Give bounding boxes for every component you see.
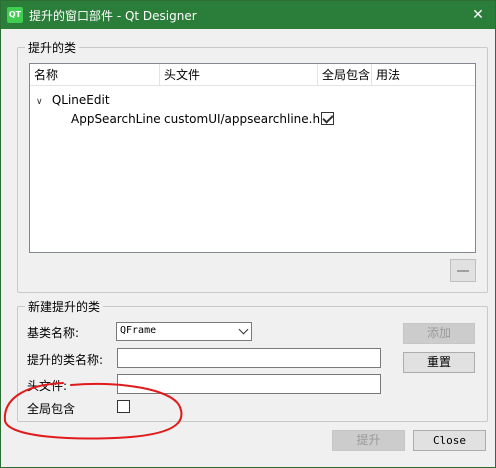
base-class-value: QFrame xyxy=(120,325,157,336)
column-header-usage[interactable]: 用法 xyxy=(372,64,475,86)
row-header-file: customUI/appsearchline.h xyxy=(164,112,321,126)
new-promoted-class-group-title: 新建提升的类 xyxy=(25,298,104,315)
table-row[interactable]: AppSearchLine customUI/appsearchline.h xyxy=(30,109,475,129)
qt-app-icon: QT xyxy=(7,7,23,23)
tree-item-qlineedit[interactable]: ∨ QLineEdit xyxy=(36,91,110,109)
column-header-name[interactable]: 名称 xyxy=(30,64,160,86)
column-header-header-file[interactable]: 头文件 xyxy=(160,64,318,86)
title-bar: QT 提升的窗口部件 - Qt Designer ✕ xyxy=(1,1,495,29)
reset-button[interactable]: 重置 xyxy=(403,352,475,373)
dialog-window: QT 提升的窗口部件 - Qt Designer ✕ 提升的类 名称 头文件 全… xyxy=(0,0,496,468)
promoted-classes-table[interactable]: 名称 头文件 全局包含 用法 ∨ QLineEdit AppSearchLine… xyxy=(29,63,476,253)
base-class-label: 基类名称: xyxy=(27,326,80,340)
window-close-button[interactable]: ✕ xyxy=(461,1,495,29)
remove-promoted-class-button[interactable] xyxy=(450,259,476,282)
close-button[interactable]: Close xyxy=(413,430,486,451)
add-button[interactable]: 添加 xyxy=(403,323,475,344)
global-include-checkbox[interactable] xyxy=(117,400,130,413)
promoted-classes-group-title: 提升的类 xyxy=(25,39,80,56)
minus-icon xyxy=(457,270,469,272)
window-title: 提升的窗口部件 - Qt Designer xyxy=(29,9,197,23)
promoted-class-name-input[interactable] xyxy=(117,348,381,368)
column-header-global-include[interactable]: 全局包含 xyxy=(318,64,372,86)
row-class-name: AppSearchLine xyxy=(71,112,161,126)
base-class-combobox[interactable]: QFrame xyxy=(116,322,252,341)
promote-button[interactable]: 提升 xyxy=(332,430,405,451)
header-file-input[interactable] xyxy=(117,374,381,394)
tree-item-label: QLineEdit xyxy=(51,93,110,107)
promoted-class-name-label: 提升的类名称: xyxy=(27,353,104,367)
global-include-label: 全局包含 xyxy=(27,402,76,416)
row-global-include-checkbox[interactable] xyxy=(321,112,334,125)
header-file-label: 头文件: xyxy=(27,379,68,393)
chevron-down-icon xyxy=(238,324,249,335)
